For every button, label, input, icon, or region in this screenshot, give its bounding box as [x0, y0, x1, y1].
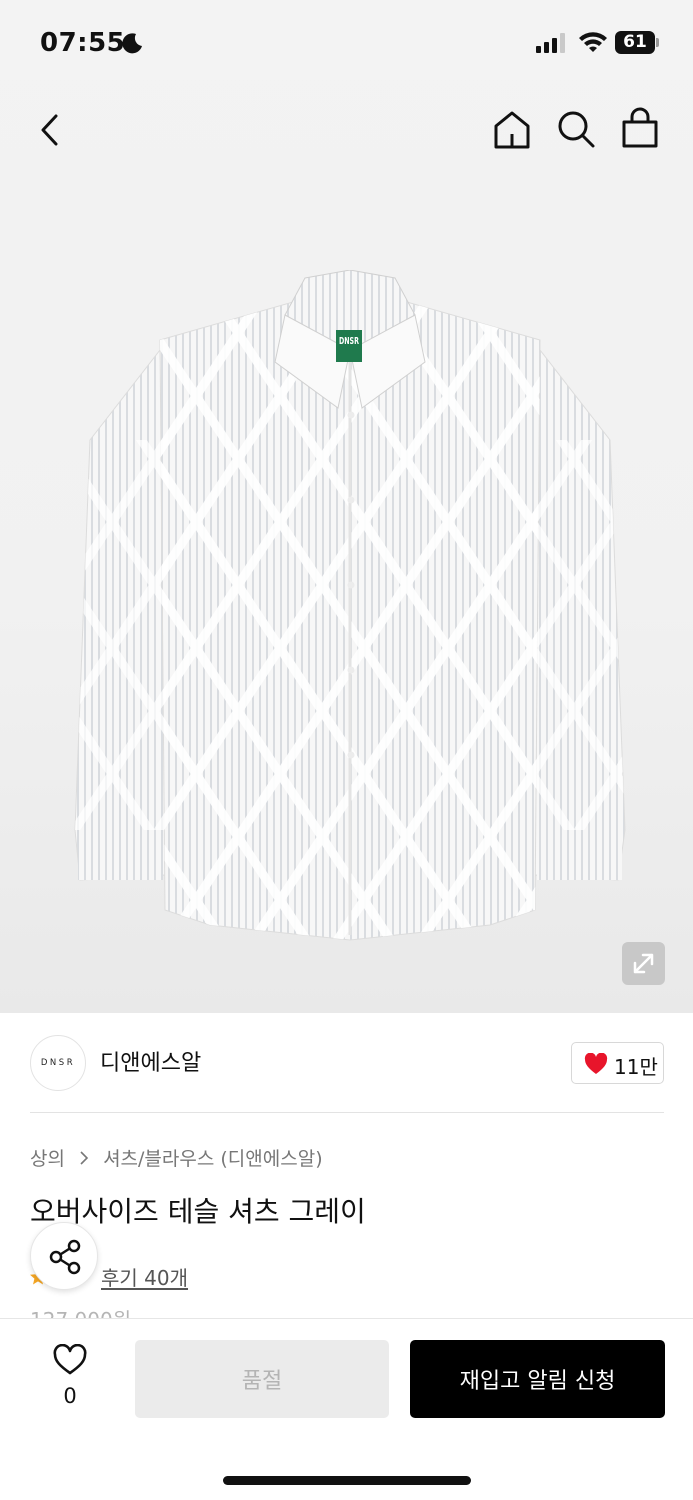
- soldout-button[interactable]: 품절: [135, 1340, 389, 1418]
- brand-logo[interactable]: DNSR: [30, 1035, 86, 1091]
- expand-icon[interactable]: [622, 942, 665, 985]
- restock-alert-button[interactable]: 재입고 알림 신청: [410, 1340, 665, 1418]
- status-time: 07:55: [40, 28, 126, 58]
- moon-icon: [122, 33, 142, 54]
- heart-icon: [584, 1053, 608, 1074]
- wifi-icon: [579, 32, 607, 52]
- home-icon[interactable]: [490, 108, 534, 152]
- chevron-right-icon: [79, 1148, 89, 1170]
- search-icon[interactable]: [555, 108, 597, 150]
- wishlist-count: 0: [63, 1384, 77, 1408]
- price: 127,000원: [30, 1304, 131, 1318]
- breadcrumb-item-subcategory[interactable]: 셔츠/블라우스 (디앤에스알): [103, 1144, 323, 1171]
- brand-tag-text: DNSR: [339, 336, 359, 347]
- breadcrumb-item-category[interactable]: 상의: [30, 1144, 65, 1171]
- brand-name[interactable]: 디앤에스알: [100, 1045, 201, 1077]
- product-title: 오버사이즈 테슬 셔츠 그레이: [30, 1195, 366, 1228]
- brand-like-button[interactable]: 11만: [571, 1042, 664, 1084]
- product-photo[interactable]: DNSR: [70, 270, 630, 950]
- shopping-bag-icon[interactable]: [618, 106, 662, 150]
- brand-like-count: 11만: [614, 1055, 658, 1079]
- cellular-signal-icon: [536, 33, 565, 53]
- breadcrumb: 상의 셔츠/블라우스 (디앤에스알): [30, 1144, 323, 1171]
- battery-level: 61: [623, 32, 647, 52]
- wishlist-heart-icon[interactable]: [52, 1344, 88, 1376]
- divider: [30, 1112, 664, 1113]
- home-indicator[interactable]: [223, 1476, 471, 1485]
- back-icon[interactable]: [34, 110, 68, 150]
- review-count-link[interactable]: 후기 40개: [101, 1262, 188, 1291]
- battery-icon: 61: [615, 31, 659, 54]
- share-button[interactable]: [30, 1222, 98, 1290]
- share-icon: [49, 1239, 81, 1275]
